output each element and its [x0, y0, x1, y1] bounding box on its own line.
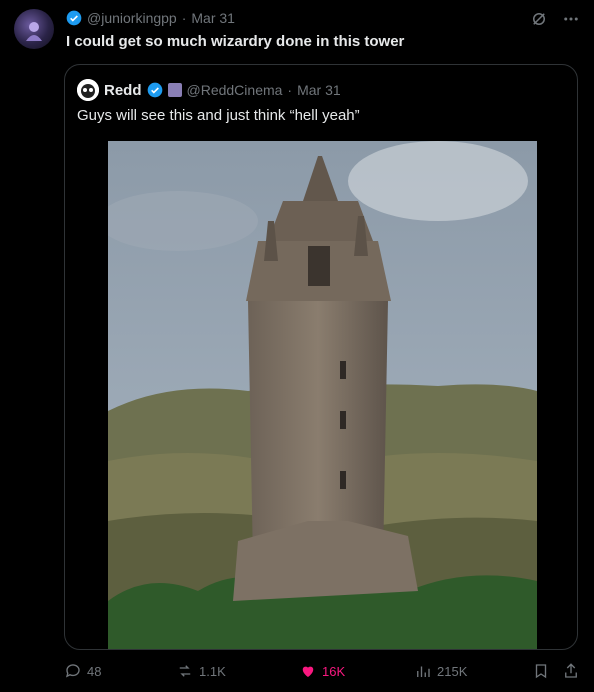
- quoted-separator: ·: [287, 82, 293, 98]
- face-avatar-icon: [77, 79, 99, 101]
- user-avatar[interactable]: [14, 9, 54, 49]
- quoted-tweet[interactable]: Redd @ReddCinema · Mar 31 Guys will see …: [64, 64, 578, 650]
- like-action[interactable]: 16K: [299, 662, 345, 680]
- bookmark-action[interactable]: [532, 662, 550, 680]
- views-action[interactable]: 215K: [414, 662, 467, 680]
- quoted-handle[interactable]: @ReddCinema: [187, 82, 283, 98]
- verified-badge-icon: [66, 10, 82, 26]
- quoted-avatar[interactable]: [77, 79, 99, 101]
- views-bar-chart-icon: [417, 666, 430, 677]
- affiliate-badge-icon: [167, 83, 182, 97]
- quoted-text: Guys will see this and just think “hell …: [77, 107, 360, 124]
- repost-count: 1.1K: [199, 663, 226, 679]
- verified-badge-icon: [147, 82, 162, 98]
- quoted-author-name[interactable]: Redd: [104, 82, 142, 99]
- reply-icon: [65, 664, 80, 678]
- like-count: 16K: [322, 663, 346, 679]
- tweet-header: @juniorkingpp · Mar 31: [66, 10, 235, 26]
- share-action[interactable]: [562, 662, 580, 680]
- quoted-date[interactable]: Mar 31: [297, 82, 341, 98]
- grok-icon[interactable]: [530, 10, 548, 28]
- tweet-date[interactable]: Mar 31: [191, 10, 235, 26]
- tower-photo[interactable]: [108, 141, 537, 650]
- repost-icon: [179, 665, 191, 677]
- author-handle[interactable]: @juniorkingpp: [87, 10, 177, 26]
- wizard-avatar-icon: [26, 22, 42, 41]
- reply-action[interactable]: 48: [64, 662, 101, 680]
- share-icon: [565, 663, 577, 678]
- reply-count: 48: [87, 663, 102, 679]
- bookmark-icon: [535, 664, 547, 679]
- header-separator: ·: [181, 10, 187, 26]
- views-count: 215K: [437, 663, 468, 679]
- repost-action[interactable]: 1.1K: [176, 662, 226, 680]
- tweet-top-actions: [530, 10, 580, 28]
- more-options-icon[interactable]: [562, 10, 580, 28]
- heart-icon: [302, 666, 314, 677]
- action-bar: 48 1.1K 16K 215K: [64, 662, 584, 686]
- quoted-header: Redd @ReddCinema · Mar 31: [77, 79, 341, 101]
- tweet-text: I could get so much wizardry done in thi…: [66, 33, 405, 50]
